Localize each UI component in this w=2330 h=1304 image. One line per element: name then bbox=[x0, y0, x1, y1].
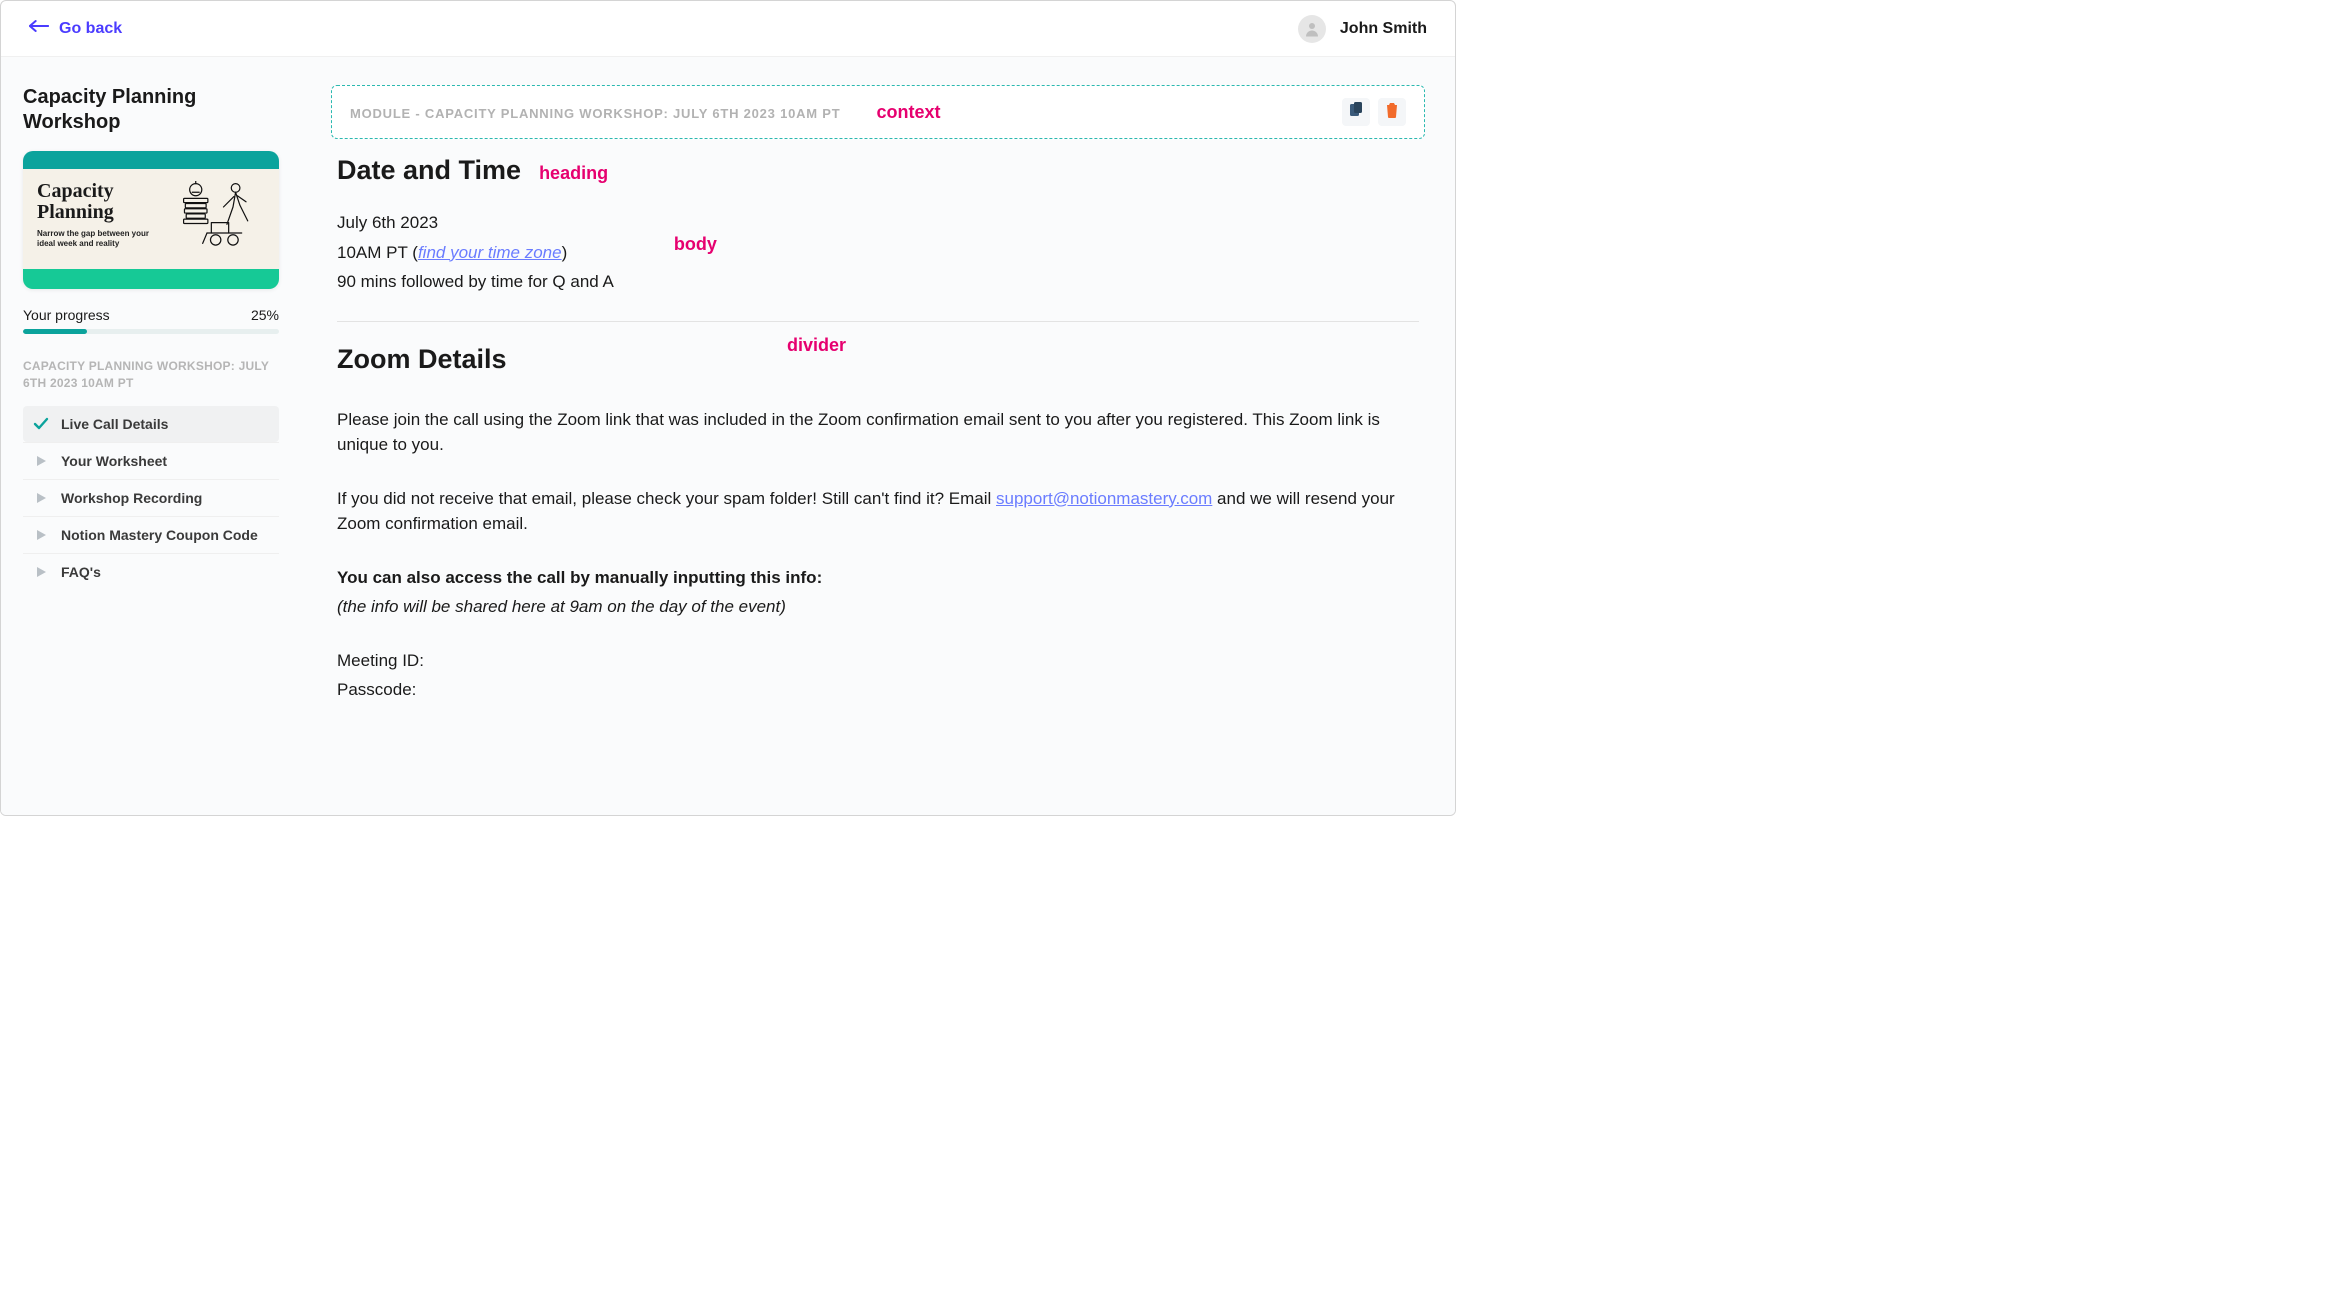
sidebar-item-4[interactable]: FAQ's bbox=[23, 553, 279, 590]
progress-row: Your progress 25% bbox=[23, 307, 279, 323]
delete-button[interactable] bbox=[1378, 98, 1406, 126]
topbar: Go back John Smith bbox=[1, 1, 1455, 57]
trash-icon bbox=[1385, 102, 1399, 123]
progress-label: Your progress bbox=[23, 307, 110, 323]
section-divider bbox=[337, 321, 1419, 322]
user-block[interactable]: John Smith bbox=[1298, 15, 1427, 43]
sidebar-item-label: FAQ's bbox=[61, 564, 101, 580]
sidebar-item-label: Your Worksheet bbox=[61, 453, 167, 469]
section-heading-zoom: Zoom Details bbox=[337, 344, 1419, 375]
zoom-p2: If you did not receive that email, pleas… bbox=[337, 486, 1419, 537]
support-email-link[interactable]: support@notionmastery.com bbox=[996, 489, 1212, 508]
zoom-manual-heading: You can also access the call by manually… bbox=[337, 565, 1419, 591]
progress-bar bbox=[23, 329, 279, 334]
sidebar-item-label: Workshop Recording bbox=[61, 490, 202, 506]
duration-line: 90 mins followed by time for Q and A bbox=[337, 269, 614, 295]
context-bar: MODULE - CAPACITY PLANNING WORKSHOP: JUL… bbox=[331, 85, 1425, 139]
user-name: John Smith bbox=[1340, 20, 1427, 38]
copy-button[interactable] bbox=[1342, 98, 1370, 126]
zoom-p1: Please join the call using the Zoom link… bbox=[337, 407, 1419, 458]
sidebar-module-label: CAPACITY PLANNING WORKSHOP: JULY 6TH 202… bbox=[23, 358, 279, 392]
sidebar-item-0[interactable]: Live Call Details bbox=[23, 406, 279, 442]
main-content: MODULE - CAPACITY PLANNING WORKSHOP: JUL… bbox=[301, 57, 1455, 815]
course-cover: Capacity Planning Narrow the gap between… bbox=[23, 151, 279, 289]
check-icon bbox=[33, 416, 49, 432]
play-icon bbox=[33, 453, 49, 469]
go-back-label: Go back bbox=[59, 20, 122, 38]
sidebar-item-1[interactable]: Your Worksheet bbox=[23, 442, 279, 479]
zoom-manual-note: (the info will be shared here at 9am on … bbox=[337, 594, 1419, 620]
arrow-left-icon bbox=[29, 19, 49, 38]
clipboard-paste-icon bbox=[1349, 102, 1363, 123]
cover-illustration-icon bbox=[175, 181, 265, 259]
timezone-link[interactable]: find your time zone bbox=[418, 243, 562, 262]
cover-heading: Capacity Planning bbox=[37, 181, 165, 223]
sidebar: Capacity Planning Workshop Capacity Plan… bbox=[1, 57, 301, 815]
meeting-id-label: Meeting ID: bbox=[337, 648, 1419, 674]
time-line: 10AM PT (find your time zone) bbox=[337, 240, 614, 266]
cover-subheading: Narrow the gap between your ideal week a… bbox=[37, 229, 165, 250]
sidebar-item-3[interactable]: Notion Mastery Coupon Code bbox=[23, 516, 279, 553]
context-label: MODULE - CAPACITY PLANNING WORKSHOP: JUL… bbox=[350, 106, 840, 121]
section-heading-date: Date and Time bbox=[337, 155, 521, 186]
passcode-label: Passcode: bbox=[337, 677, 1419, 703]
sidebar-item-2[interactable]: Workshop Recording bbox=[23, 479, 279, 516]
nav-list: Live Call Details Your Worksheet Workshop … bbox=[23, 406, 279, 590]
course-title: Capacity Planning Workshop bbox=[23, 85, 279, 135]
sidebar-item-label: Notion Mastery Coupon Code bbox=[61, 527, 258, 543]
annotation-context: context bbox=[876, 102, 940, 123]
annotation-heading: heading bbox=[539, 163, 608, 184]
progress-value: 25% bbox=[251, 307, 279, 323]
play-icon bbox=[33, 527, 49, 543]
play-icon bbox=[33, 564, 49, 580]
date-line: July 6th 2023 bbox=[337, 210, 614, 236]
avatar bbox=[1298, 15, 1326, 43]
annotation-body: body bbox=[674, 234, 717, 255]
annotation-divider: divider bbox=[787, 335, 846, 356]
sidebar-item-label: Live Call Details bbox=[61, 416, 168, 432]
play-icon bbox=[33, 490, 49, 506]
go-back-button[interactable]: Go back bbox=[29, 19, 122, 38]
